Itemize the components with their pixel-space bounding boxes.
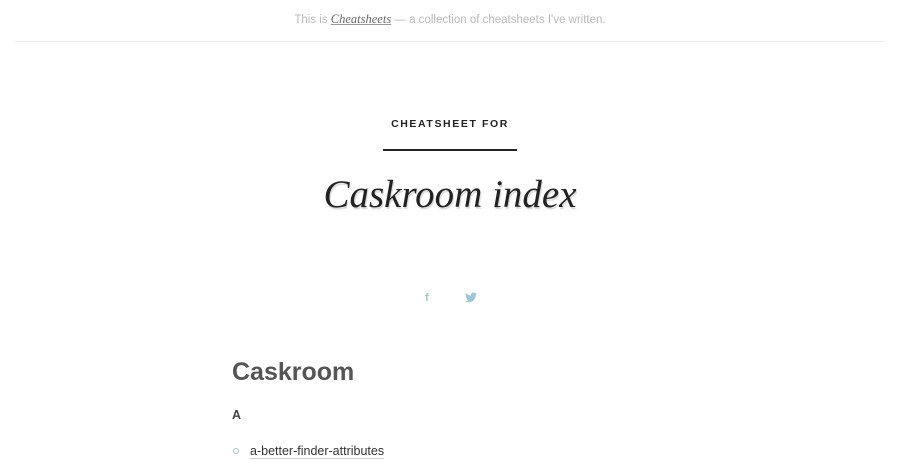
main-content: Caskroom A a-better-finder-attributes xyxy=(232,355,672,460)
list-item: a-better-finder-attributes xyxy=(232,442,672,460)
hero-label: CHEATSHEET FOR xyxy=(391,118,509,130)
twitter-share-button[interactable] xyxy=(465,289,477,307)
cask-list: a-better-finder-attributes xyxy=(232,442,672,460)
banner-intro-suffix: — a collection of cheatsheets I've writt… xyxy=(391,14,606,26)
banner-intro-prefix: This is xyxy=(294,14,331,26)
facebook-icon: f xyxy=(425,292,429,304)
page-title: Caskroom index xyxy=(323,173,577,216)
share-buttons: f xyxy=(0,289,900,307)
site-banner: This is Cheatsheets — a collection of ch… xyxy=(15,0,885,42)
hero-divider xyxy=(383,149,517,151)
letter-heading: A xyxy=(232,408,242,422)
facebook-share-button[interactable]: f xyxy=(425,289,429,307)
cask-link[interactable]: a-better-finder-attributes xyxy=(250,444,385,459)
section-heading: Caskroom xyxy=(232,358,355,386)
bullet-icon xyxy=(233,448,239,454)
twitter-icon xyxy=(465,292,477,303)
page: This is Cheatsheets — a collection of ch… xyxy=(0,0,900,471)
site-home-link[interactable]: Cheatsheets xyxy=(331,12,391,26)
